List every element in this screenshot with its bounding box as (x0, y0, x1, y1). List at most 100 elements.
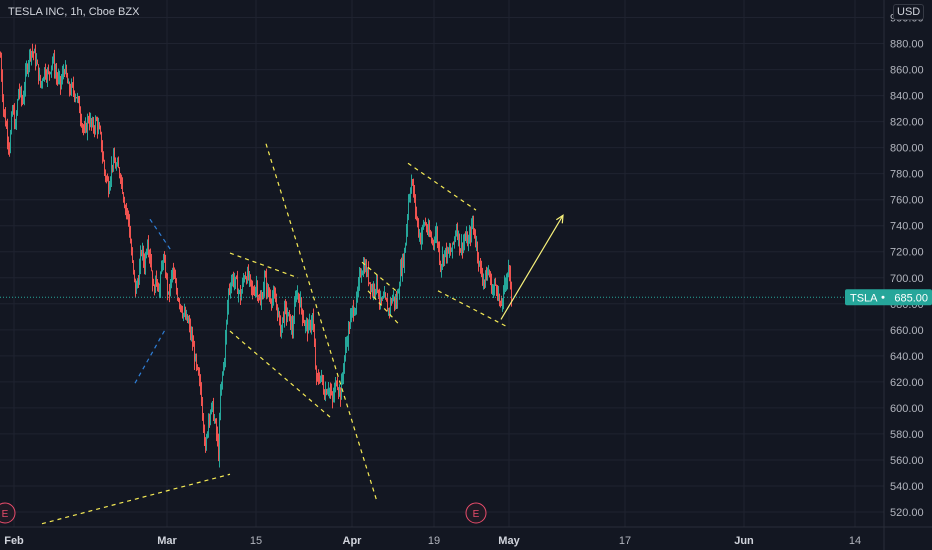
candle-body (8, 140, 9, 147)
candle-body (194, 346, 195, 362)
candle-body (220, 392, 221, 419)
candle-body (398, 292, 399, 294)
candle-body (230, 289, 231, 291)
x-tick-label: 17 (619, 535, 631, 547)
candle-body (120, 175, 121, 180)
candle-body (136, 283, 137, 294)
candle-body (457, 228, 458, 238)
candle-body (407, 216, 408, 229)
price-chart[interactable]: 520.00 540.00 560.00 580.00 600.00 620.00 640.… (0, 0, 932, 550)
candle-body (329, 389, 330, 391)
candle-body (159, 289, 160, 292)
candle-body (141, 252, 142, 254)
y-tick-label: 720.00 (890, 247, 924, 259)
candle-body (97, 120, 98, 131)
candle-body (303, 318, 304, 322)
candle-body (310, 321, 311, 328)
candle-body (33, 52, 34, 54)
candle-body (128, 212, 129, 220)
candle-body (313, 315, 314, 331)
candle-body (102, 149, 103, 157)
candle-body (453, 242, 454, 244)
candle-body (473, 222, 474, 229)
candle-body (115, 163, 116, 169)
candle-body (403, 257, 404, 266)
candle-body (211, 404, 212, 414)
x-tick-label: Jun (734, 535, 754, 547)
candle-body (275, 296, 276, 303)
candle-body (231, 282, 232, 290)
candle-body (184, 312, 185, 314)
candle-body (71, 83, 72, 93)
candle-body (70, 90, 71, 93)
candle-body (12, 108, 13, 116)
candle-body (16, 113, 17, 124)
candle-body (196, 356, 197, 366)
candle-body (100, 128, 101, 133)
candle-body (289, 312, 290, 315)
candle-body (109, 186, 110, 194)
candle-body (342, 375, 343, 380)
candle-body (253, 291, 254, 294)
candle-body (77, 97, 78, 99)
candle-body (169, 291, 170, 294)
candle-body (85, 124, 86, 130)
candle-body (96, 120, 97, 122)
candle-body (202, 404, 203, 415)
candle-body (91, 119, 92, 125)
candle-body (312, 315, 313, 324)
candle-body (206, 436, 207, 449)
candle-body (20, 89, 21, 94)
candle-body (227, 306, 228, 321)
candle-body (224, 360, 225, 365)
candle-body (259, 298, 260, 300)
candle-body (382, 297, 383, 301)
candle-body (387, 301, 388, 312)
candle-body (218, 440, 219, 459)
candle-body (480, 261, 481, 268)
candle-body (78, 97, 79, 100)
candle-body (399, 285, 400, 293)
candle-body (174, 272, 175, 279)
candle-body (278, 313, 279, 316)
candle-body (41, 81, 42, 86)
y-tick-label: 800.00 (890, 143, 924, 155)
candle-body (366, 264, 367, 275)
candle-body (371, 287, 372, 291)
candle-body (160, 274, 161, 290)
currency-badge[interactable]: USD (893, 4, 925, 20)
candle-body (449, 250, 450, 253)
candle-body (375, 289, 376, 292)
candle-body (507, 273, 508, 282)
candle-body (376, 275, 377, 290)
candle-body (319, 380, 320, 382)
candle-body (316, 367, 317, 377)
candle-body (114, 155, 115, 164)
candle-body (87, 119, 88, 132)
candle-body (322, 375, 323, 383)
candle-body (295, 297, 296, 305)
candle-body (296, 295, 297, 298)
candle-body (424, 222, 425, 225)
candle-body (31, 51, 32, 57)
candle-body (444, 250, 445, 262)
earnings-marker-label: E (2, 509, 9, 520)
candle-body (129, 219, 130, 234)
candle-body (90, 119, 91, 125)
candle-body (138, 282, 139, 285)
candle-body (2, 77, 3, 97)
chart-title: TESLA INC, 1h, Cboe BZX (8, 6, 140, 18)
candle-body (470, 232, 471, 238)
candle-body (441, 265, 442, 270)
candle-body (47, 70, 48, 79)
candle-body (452, 242, 453, 252)
candle-body (321, 375, 322, 377)
candle-body (207, 432, 208, 437)
candle-body (86, 124, 87, 132)
candle-body (178, 298, 179, 301)
candle-body (232, 276, 233, 283)
candle-body (243, 279, 244, 283)
candle-body (117, 162, 118, 166)
candle-body (11, 115, 12, 133)
candle-body (53, 58, 54, 60)
